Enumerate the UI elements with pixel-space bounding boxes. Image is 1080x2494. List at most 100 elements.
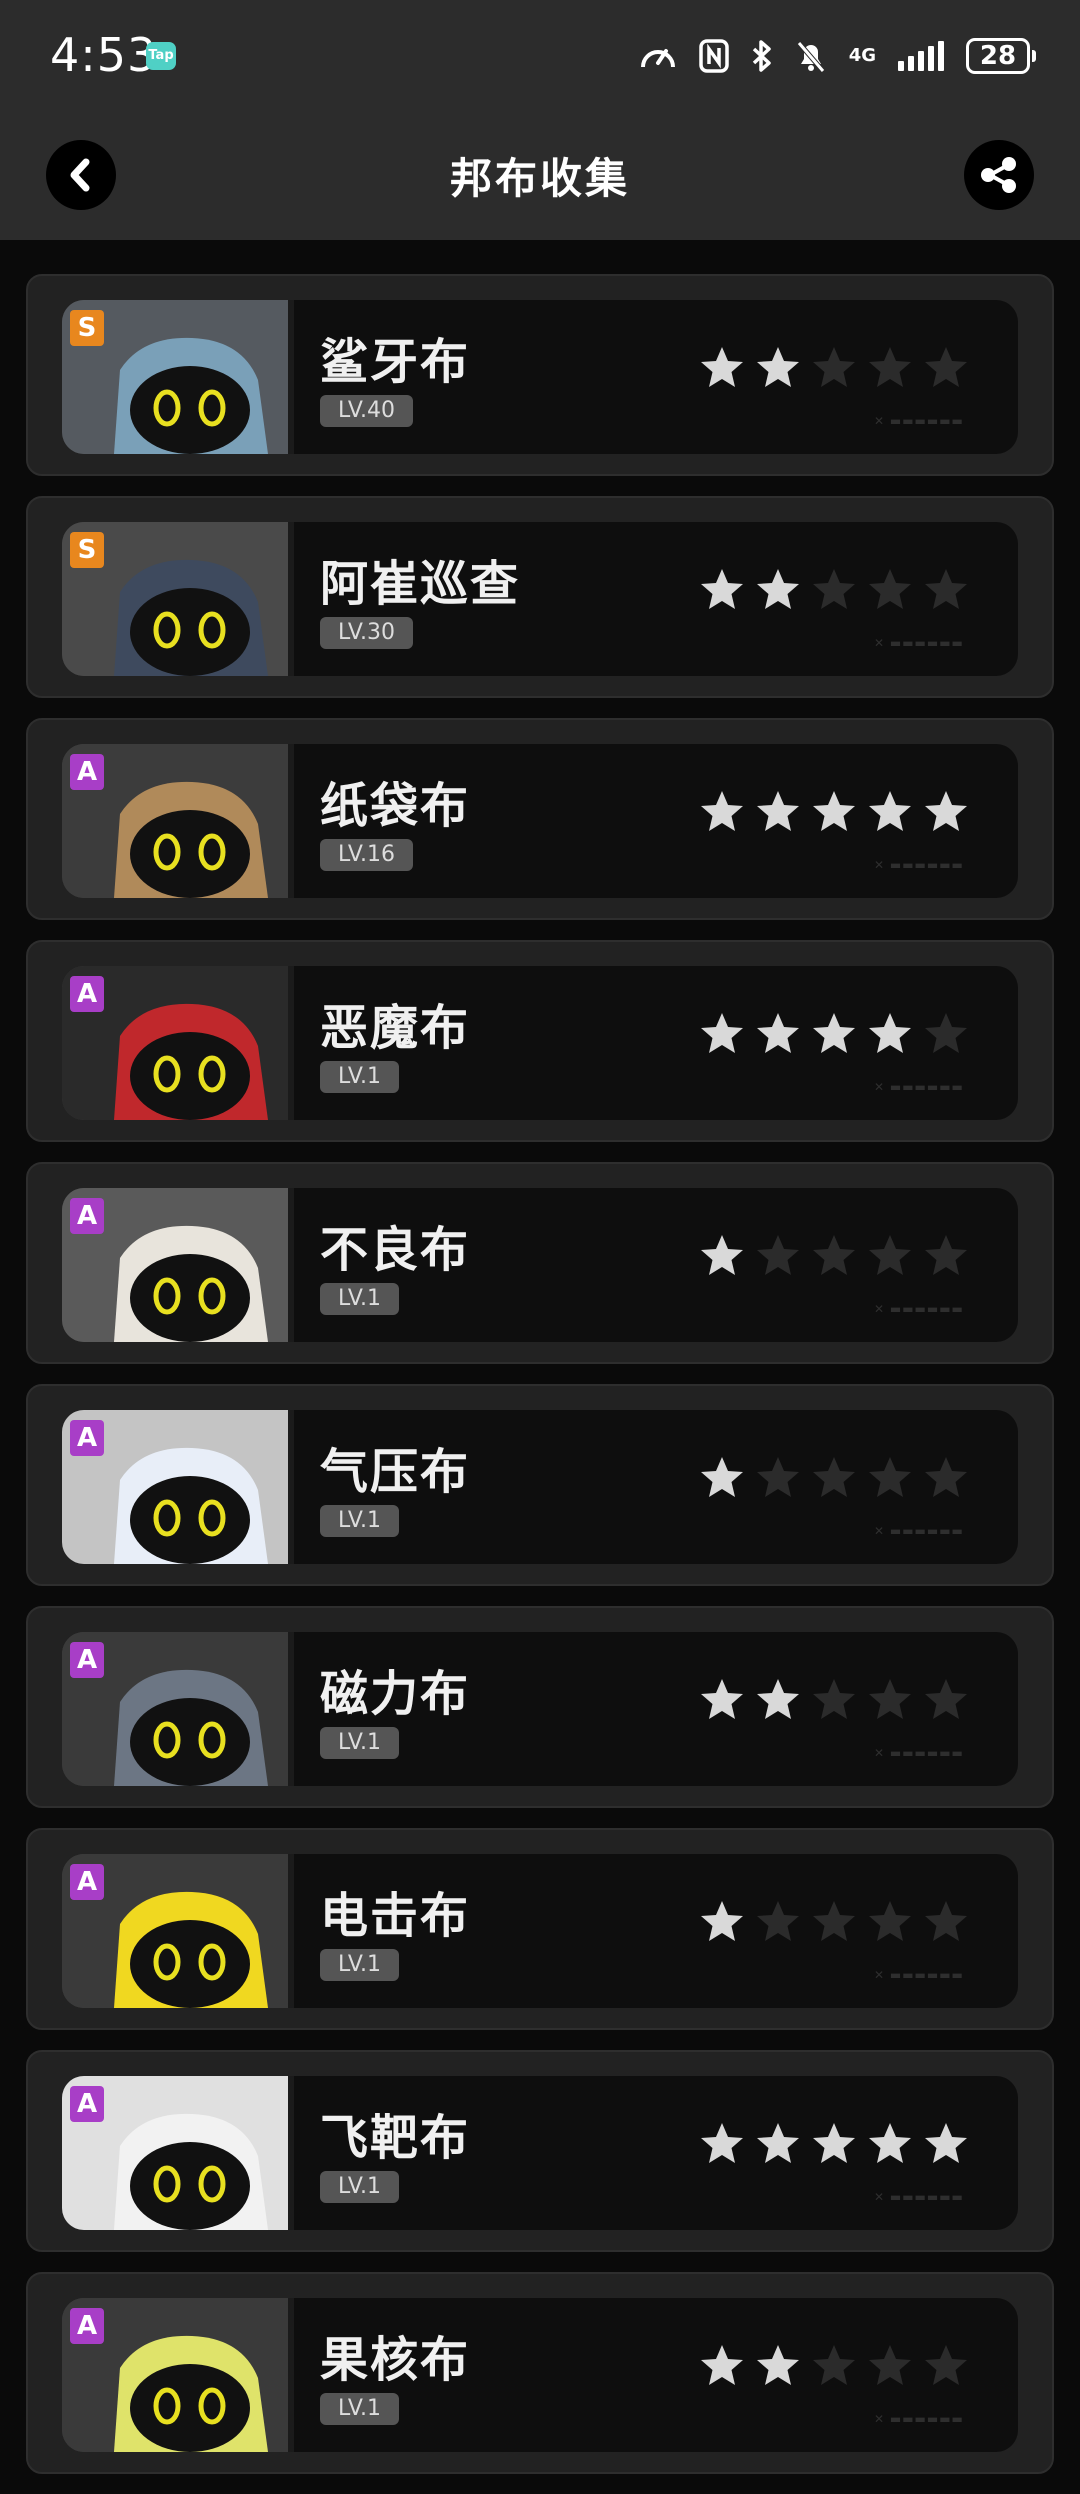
star-empty-icon (813, 1679, 855, 1719)
bangboo-card[interactable]: A 果核布 LV.1 ✕ ▬▬▬▬▬▬ (26, 2272, 1054, 2474)
star-empty-icon (869, 2345, 911, 2385)
bangboo-level: LV.1 (320, 2171, 400, 2203)
bangboo-card-inner: S 鲨牙布 LV.40 ✕ ▬▬▬▬▬▬ (62, 300, 1018, 454)
bangboo-card[interactable]: A 恶魔布 LV.1 ✕ ▬▬▬▬▬▬ (26, 940, 1054, 1142)
star-empty-icon (869, 1457, 911, 1497)
star-rating (698, 788, 970, 836)
bangboo-card[interactable]: A 气压布 LV.1 ✕ ▬▬▬▬▬▬ (26, 1384, 1054, 1586)
star-empty-icon (757, 1235, 799, 1275)
rank-badge: A (70, 976, 104, 1012)
bangboo-card[interactable]: S 阿崔巡查 LV.30 ✕ ▬▬▬▬▬▬ (26, 496, 1054, 698)
bangboo-portrait: A (62, 2298, 294, 2452)
rank-badge: A (70, 2308, 104, 2344)
battery-icon: 28 (966, 38, 1036, 74)
watermark-text: ✕ ▬▬▬▬▬▬ (874, 636, 964, 650)
bangboo-card[interactable]: S 鲨牙布 LV.40 ✕ ▬▬▬▬▬▬ (26, 274, 1054, 476)
bangboo-name: 气压布 (320, 1444, 471, 1500)
bangboo-card-inner: A 飞靶布 LV.1 ✕ ▬▬▬▬▬▬ (62, 2076, 1018, 2230)
star-empty-icon (813, 1901, 855, 1941)
star-filled-icon (757, 2123, 799, 2163)
star-empty-icon (813, 2345, 855, 2385)
star-filled-icon (757, 347, 799, 387)
bangboo-portrait: A (62, 2076, 294, 2230)
rank-badge: S (70, 310, 104, 346)
star-filled-icon (701, 2345, 743, 2385)
watermark-text: ✕ ▬▬▬▬▬▬ (874, 1080, 964, 1094)
star-filled-icon (701, 569, 743, 609)
star-filled-icon (925, 791, 967, 831)
bangboo-level: LV.1 (320, 2393, 400, 2425)
bangboo-card-inner: A 磁力布 LV.1 ✕ ▬▬▬▬▬▬ (62, 1632, 1018, 1786)
star-rating (698, 566, 970, 614)
star-rating (698, 1232, 970, 1280)
bangboo-card[interactable]: A 飞靶布 LV.1 ✕ ▬▬▬▬▬▬ (26, 2050, 1054, 2252)
star-rating (698, 1454, 970, 1502)
star-empty-icon (925, 2345, 967, 2385)
bangboo-name: 鲨牙布 (320, 334, 471, 390)
bangboo-card-inner: A 纸袋布 LV.16 ✕ ▬▬▬▬▬▬ (62, 744, 1018, 898)
star-rating (698, 1010, 970, 1058)
bangboo-level: LV.30 (320, 617, 414, 649)
rank-badge: A (70, 1864, 104, 1900)
bangboo-portrait: A (62, 966, 294, 1120)
bangboo-card-inner: A 不良布 LV.1 ✕ ▬▬▬▬▬▬ (62, 1188, 1018, 1342)
star-filled-icon (701, 347, 743, 387)
bangboo-card-inner: A 果核布 LV.1 ✕ ▬▬▬▬▬▬ (62, 2298, 1018, 2452)
bangboo-level: LV.16 (320, 839, 414, 871)
status-bar: 4:53 Tap 4G 28 (0, 0, 1080, 115)
star-filled-icon (701, 1235, 743, 1275)
star-filled-icon (701, 2123, 743, 2163)
bangboo-level: LV.1 (320, 1505, 400, 1537)
bangboo-card[interactable]: A 不良布 LV.1 ✕ ▬▬▬▬▬▬ (26, 1162, 1054, 1364)
star-empty-icon (813, 569, 855, 609)
bangboo-portrait: S (62, 300, 294, 454)
bangboo-card[interactable]: A 磁力布 LV.1 ✕ ▬▬▬▬▬▬ (26, 1606, 1054, 1808)
app-header: 邦布收集 (0, 115, 1080, 240)
bluetooth-icon (752, 40, 771, 72)
bangboo-card[interactable]: A 电击布 LV.1 ✕ ▬▬▬▬▬▬ (26, 1828, 1054, 2030)
bangboo-name: 恶魔布 (320, 1000, 471, 1056)
star-filled-icon (757, 791, 799, 831)
star-empty-icon (925, 347, 967, 387)
rank-badge: A (70, 1198, 104, 1234)
bangboo-card-inner: A 恶魔布 LV.1 ✕ ▬▬▬▬▬▬ (62, 966, 1018, 1120)
star-empty-icon (925, 1901, 967, 1941)
star-filled-icon (757, 1013, 799, 1053)
star-filled-icon (701, 1457, 743, 1497)
star-rating (698, 1676, 970, 1724)
share-button[interactable] (964, 140, 1034, 210)
star-empty-icon (813, 1235, 855, 1275)
bangboo-name: 磁力布 (320, 1666, 471, 1722)
watermark-text: ✕ ▬▬▬▬▬▬ (874, 414, 964, 428)
bangboo-name: 纸袋布 (320, 778, 471, 834)
bangboo-card-inner: S 阿崔巡查 LV.30 ✕ ▬▬▬▬▬▬ (62, 522, 1018, 676)
star-filled-icon (757, 569, 799, 609)
bangboo-name: 阿崔巡查 (320, 556, 521, 612)
watermark-text: ✕ ▬▬▬▬▬▬ (874, 1302, 964, 1316)
bangboo-card[interactable]: A 纸袋布 LV.16 ✕ ▬▬▬▬▬▬ (26, 718, 1054, 920)
star-empty-icon (813, 1457, 855, 1497)
watermark-text: ✕ ▬▬▬▬▬▬ (874, 1746, 964, 1760)
bangboo-portrait: A (62, 1410, 294, 1564)
star-filled-icon (813, 791, 855, 831)
bangboo-level: LV.40 (320, 395, 414, 427)
bangboo-name: 不良布 (320, 1222, 471, 1278)
star-filled-icon (757, 1679, 799, 1719)
star-filled-icon (869, 2123, 911, 2163)
bangboo-level: LV.1 (320, 1727, 400, 1759)
nfc-icon (698, 39, 729, 73)
bangboo-list: S 鲨牙布 LV.40 ✕ ▬▬▬▬▬▬ S 阿崔巡查 LV.30 ✕ ▬▬▬▬… (26, 274, 1054, 2494)
status-icons: 4G 28 (639, 34, 1036, 78)
star-filled-icon (757, 2345, 799, 2385)
bangboo-portrait: A (62, 1632, 294, 1786)
star-empty-icon (925, 1013, 967, 1053)
bangboo-level: LV.1 (320, 1949, 400, 1981)
star-empty-icon (869, 569, 911, 609)
share-icon (981, 157, 1016, 193)
rank-badge: A (70, 754, 104, 790)
rank-badge: A (70, 1420, 104, 1456)
star-empty-icon (869, 347, 911, 387)
star-empty-icon (925, 569, 967, 609)
bangboo-portrait: A (62, 1188, 294, 1342)
bangboo-name: 飞靶布 (320, 2110, 471, 2166)
